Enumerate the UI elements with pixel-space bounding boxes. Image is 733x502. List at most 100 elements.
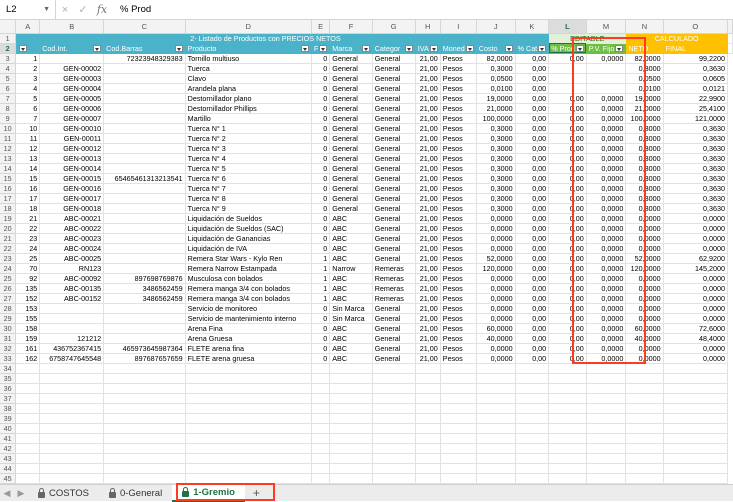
cell[interactable]: Pesos [440,223,477,234]
cell[interactable] [329,413,373,424]
cell[interactable]: 0,0000 [586,163,627,174]
cell[interactable] [185,393,312,404]
cell[interactable] [625,423,664,434]
cell[interactable] [15,453,41,464]
cell[interactable] [625,383,664,394]
cell[interactable] [663,433,729,444]
cell[interactable]: 0,0000 [625,273,664,284]
column-header-cell[interactable]: % Cat [515,43,550,54]
cell[interactable]: 0 [311,153,331,164]
cell[interactable]: ABC-00152 [39,293,105,304]
cell[interactable]: 0,0605 [663,73,729,84]
column-header-cell[interactable]: % Prod [548,43,587,54]
cell[interactable] [185,443,312,454]
cell[interactable]: 0,00 [548,333,587,344]
cell[interactable]: 60,0000 [476,323,516,334]
cell[interactable]: 0,3000 [476,173,516,184]
cell[interactable]: Destornillador Phillips [185,103,312,114]
cell[interactable] [415,413,441,424]
cell[interactable] [329,463,373,474]
filter-dropdown-icon[interactable] [174,44,183,52]
cell[interactable]: 0,00 [515,73,550,84]
cell[interactable] [372,363,416,374]
cell[interactable]: 0 [311,353,331,364]
cell[interactable]: Remera manga 3/4 con bolados [185,293,312,304]
cell[interactable]: GEN-00006 [39,103,105,114]
cell[interactable] [548,473,587,484]
cell[interactable]: Remeras [372,293,416,304]
cell[interactable]: 52,0000 [625,253,664,264]
cell[interactable]: 0,00 [548,173,587,184]
cell[interactable]: 0,3000 [625,63,664,74]
cell[interactable]: 0,00 [548,203,587,214]
cell[interactable]: 0 [311,53,331,64]
row-header[interactable]: 19 [0,213,17,224]
cell[interactable]: 6 [15,103,41,114]
filter-dropdown-icon[interactable] [504,44,513,52]
cell[interactable] [39,403,105,414]
cell[interactable]: 0 [311,313,331,324]
filter-dropdown-icon[interactable] [615,44,624,52]
cell[interactable] [476,423,516,434]
cell[interactable] [586,63,627,74]
cell[interactable] [415,443,441,454]
cell[interactable] [515,403,550,414]
cell[interactable]: 0,0000 [476,273,516,284]
row-header[interactable]: 38 [0,403,17,414]
cell[interactable] [311,423,331,434]
spreadsheet-grid[interactable]: A B C D E F G H I J K L M N O 1 2- Listado de Productos … [0,20,733,484]
cell[interactable]: General [329,83,373,94]
cell[interactable]: 82,0000 [625,53,664,64]
cell[interactable]: 0 [311,123,331,134]
cell[interactable]: 0,00 [515,243,550,254]
cell[interactable]: 121212 [39,333,105,344]
cell[interactable] [39,463,105,474]
cell[interactable]: Pesos [440,123,477,134]
cell[interactable]: Remeras [372,263,416,274]
cell[interactable]: 21,00 [415,103,441,114]
cancel-icon[interactable]: × [56,4,74,16]
cell[interactable]: 0,00 [548,153,587,164]
cell[interactable]: Pesos [440,163,477,174]
cell[interactable]: 0,00 [515,233,550,244]
cell[interactable]: 0,00 [515,63,550,74]
formula-input[interactable]: % Prod [112,4,151,15]
cell[interactable]: Sin Marca [329,303,373,314]
cell[interactable]: 0,00 [515,113,550,124]
cell[interactable] [39,473,105,484]
cell[interactable]: 21,00 [415,263,441,274]
row-header[interactable]: 34 [0,363,17,374]
filter-dropdown-icon[interactable] [465,44,474,52]
cell[interactable] [329,453,373,464]
cell[interactable]: 0 [311,93,331,104]
cell[interactable]: 0,0500 [476,73,516,84]
cell[interactable]: 0,0000 [625,303,664,314]
sheet-tab-0-general[interactable]: 0-General [99,485,172,502]
cell[interactable]: 0,3630 [663,153,729,164]
cell[interactable] [476,453,516,464]
cell[interactable]: General [372,323,416,334]
cell[interactable]: Pesos [440,103,477,114]
cell[interactable] [663,403,729,414]
cell[interactable] [625,363,664,374]
cell[interactable] [663,393,729,404]
column-header-j[interactable]: J [476,20,516,34]
cell[interactable]: 0,0000 [663,273,729,284]
cell[interactable] [311,443,331,454]
cell[interactable] [103,403,186,414]
cell[interactable]: 0,0000 [476,243,516,254]
cell[interactable]: 0,0000 [586,103,627,114]
cell[interactable]: 0,0000 [586,183,627,194]
cell[interactable]: 0 [311,103,331,114]
cell[interactable] [548,413,587,424]
cell[interactable]: 0,0000 [586,263,627,274]
cell[interactable]: 0,3000 [625,123,664,134]
cell[interactable]: 18 [15,203,41,214]
cell[interactable]: Narrow [329,263,373,274]
row-header[interactable]: 7 [0,93,17,104]
cell[interactable]: 0,00 [548,263,587,274]
cell[interactable]: 0,3000 [625,203,664,214]
cell[interactable]: 62,9200 [663,253,729,264]
cell[interactable] [663,383,729,394]
cell[interactable] [476,403,516,414]
